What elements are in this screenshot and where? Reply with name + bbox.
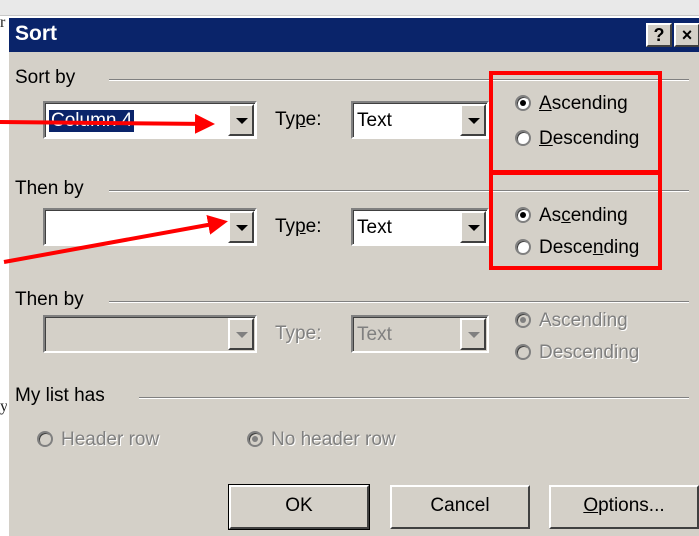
annotation-arrow-1 [0,113,215,134]
annotation-arrows [0,113,228,264]
annotation-arrow-2 [3,215,228,264]
